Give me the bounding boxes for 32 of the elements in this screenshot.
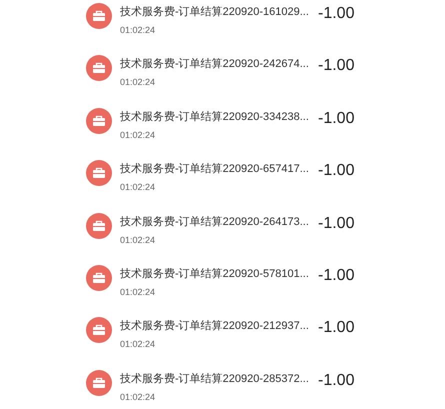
transaction-amount: -1.00 [318, 161, 354, 182]
transaction-amount: -1.00 [318, 56, 354, 76]
briefcase-icon [86, 3, 112, 29]
briefcase-icon [86, 317, 112, 344]
transaction-amount: -1.00 [318, 318, 354, 338]
transaction-title: 技术服务费-订单结算220920-161029... [120, 5, 310, 19]
transaction-amount: -1.00 [318, 370, 354, 391]
transaction-title: 技术服务费-订单结算220920-212937... [120, 319, 310, 334]
transaction-time: 01:02:24 [120, 390, 156, 403]
transaction-time: 01:02:24 [120, 76, 156, 88]
transaction-amount: -1.00 [318, 4, 354, 24]
transaction-time: 01:02:24 [120, 24, 156, 36]
transaction-title: 技术服务费-订单结算220920-334238... [120, 110, 310, 124]
transaction-time: 01:02:24 [120, 286, 156, 298]
transaction-time: 01:02:24 [120, 181, 156, 194]
briefcase-icon [86, 212, 112, 239]
briefcase-icon [86, 108, 112, 134]
transaction-time: 01:02:24 [120, 338, 156, 350]
transaction-amount: -1.00 [318, 266, 354, 286]
transaction-title: 技术服务费-订单结算220920-657417... [120, 162, 310, 176]
briefcase-icon [86, 55, 112, 82]
transaction-amount: -1.00 [318, 108, 354, 129]
transaction-time: 01:02:24 [120, 128, 156, 141]
transaction-title: 技术服务费-订单结算220920-578101... [120, 266, 310, 281]
transaction-title: 技术服务费-订单结算220920-242674... [120, 57, 310, 72]
briefcase-icon [86, 160, 112, 186]
transaction-title: 技术服务费-订单结算220920-285372... [120, 372, 310, 386]
transaction-title: 技术服务费-订单结算220920-264173... [120, 214, 310, 229]
briefcase-icon [86, 370, 112, 396]
briefcase-icon [86, 264, 112, 291]
transaction-amount: -1.00 [318, 214, 354, 234]
transaction-time: 01:02:24 [120, 234, 156, 246]
